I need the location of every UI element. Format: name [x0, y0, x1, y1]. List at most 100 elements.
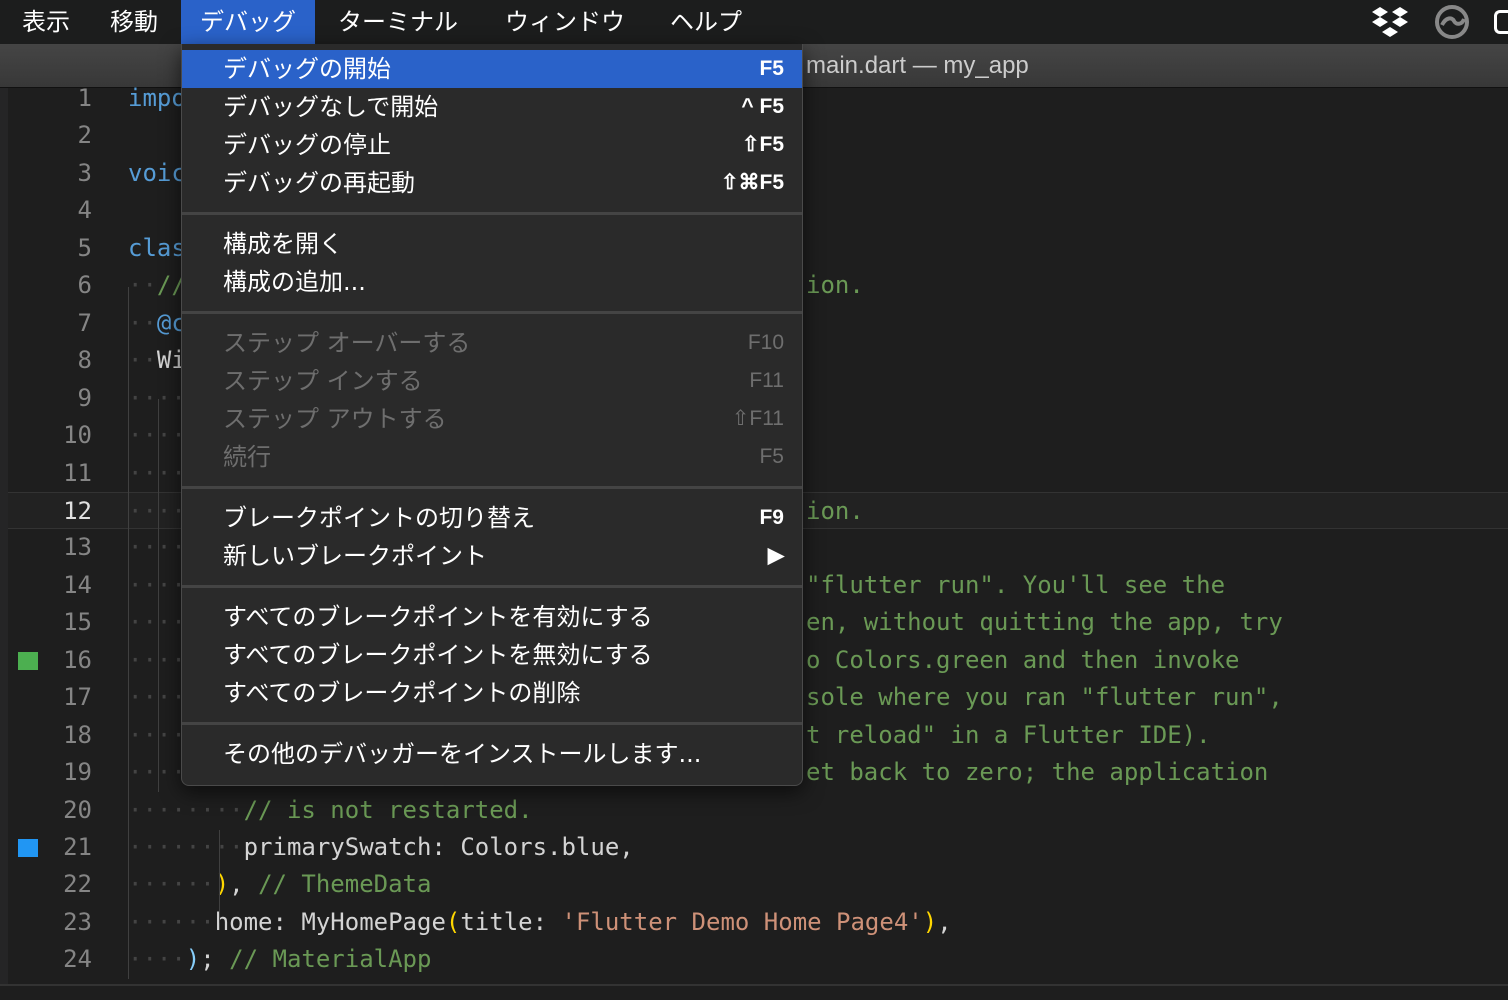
line-number: 13	[63, 533, 92, 562]
code-text: ········// is not restarted.	[128, 792, 533, 830]
code-text: impo	[128, 80, 186, 118]
code-text: ····	[128, 754, 186, 792]
indent-guide	[158, 398, 159, 793]
menubar-item[interactable]: ターミナル	[319, 0, 477, 44]
menu-item[interactable]: ブレークポイントの切り替え F9	[182, 499, 802, 537]
menubar-item[interactable]: ヘルプ	[651, 0, 761, 44]
code-token: title:	[460, 907, 562, 936]
menu-item[interactable]: デバッグの開始 F5	[182, 50, 802, 88]
code-token: "flutter run". You'll see the	[806, 570, 1226, 599]
code-text: ····	[128, 380, 186, 418]
code-text-right: ion.	[806, 493, 864, 531]
menu-item-label: すべてのブレークポイントを無効にする	[223, 641, 653, 669]
indent-dots: ··	[128, 308, 157, 337]
activity-strip	[0, 88, 8, 984]
code-text-right: o Colors.green and then invoke	[806, 642, 1239, 680]
menu-item-shortcut: ⇧F5	[741, 133, 784, 156]
code-text: ····	[128, 417, 186, 455]
indent-guide	[219, 829, 220, 924]
battery-icon[interactable]	[1494, 10, 1508, 34]
menu-item-label: デバッグの開始	[223, 55, 391, 83]
code-text: clas	[128, 230, 186, 268]
code-line[interactable]: 20 ········// is not restarted.	[0, 792, 1508, 830]
code-text: ········primarySwatch: Colors.blue,	[128, 829, 634, 867]
menu-item-label: すべてのブレークポイントの削除	[223, 679, 581, 707]
indent-dots: ····	[128, 458, 186, 487]
dropbox-icon[interactable]	[1370, 5, 1410, 39]
menu-separator	[182, 585, 802, 588]
indent-dots: ······	[128, 870, 215, 899]
indent-dots: ········	[128, 833, 244, 861]
line-number: 7	[77, 308, 92, 337]
menu-item[interactable]: デバッグなしで開始 ^ F5	[182, 88, 802, 126]
code-text: ····	[128, 567, 186, 605]
menu-item[interactable]: ステップ インする F11	[182, 362, 802, 400]
line-number: 1	[77, 84, 92, 112]
menu-item[interactable]: デバッグの停止 ⇧F5	[182, 126, 802, 164]
line-number: 2	[77, 121, 92, 150]
code-text: ····); // MaterialApp	[128, 941, 431, 979]
menu-bar: 表示 移動 デバッグ ターミナル ウィンドウ ヘルプ	[0, 0, 1508, 44]
code-token: ion.	[806, 496, 864, 525]
code-token: )	[214, 870, 230, 899]
menu-item[interactable]: その他のデバッガーをインストールします...	[182, 735, 802, 773]
creative-cloud-icon[interactable]	[1432, 5, 1472, 39]
line-number: 6	[77, 271, 92, 300]
menu-item-label: ステップ インする	[223, 367, 423, 395]
status-tray	[1370, 0, 1508, 44]
indent-dots: ······	[128, 907, 215, 936]
menu-item-shortcut: F11	[749, 369, 784, 392]
code-text: ····	[128, 604, 186, 642]
code-token: // is not restarted.	[243, 795, 533, 824]
menu-item[interactable]: デバッグの再起動 ⇧⌘F5	[182, 164, 802, 202]
menu-item-label: デバッグなしで開始	[223, 93, 439, 121]
menu-item-label: 構成の追加...	[223, 268, 366, 296]
line-number: 17	[63, 683, 92, 712]
code-token: home: MyHomePage	[214, 907, 446, 936]
code-token: sole where you ran "flutter run",	[806, 683, 1283, 712]
menu-item-label: 構成を開く	[223, 230, 343, 258]
code-text-right: en, without quitting the app, try	[806, 604, 1283, 642]
menu-item-shortcut: ⇧F11	[731, 407, 784, 430]
menubar-item[interactable]: 表示	[3, 0, 89, 44]
menu-item-shortcut: F9	[759, 506, 784, 529]
menu-item[interactable]: すべてのブレークポイントの削除	[182, 674, 802, 712]
code-token: ,	[937, 907, 952, 936]
menu-item[interactable]: 構成を開く	[182, 225, 802, 263]
line-number: 20	[63, 795, 92, 824]
menu-item-label: 続行	[223, 443, 271, 471]
code-line[interactable]: 21 ········primarySwatch: Colors.blue,	[0, 829, 1508, 867]
line-number: 9	[77, 383, 92, 412]
menu-item[interactable]: 新しいブレークポイント ▶	[182, 537, 802, 575]
menu-item[interactable]: ステップ アウトする ⇧F11	[182, 400, 802, 438]
code-text: voic	[128, 155, 186, 193]
code-token: clas	[128, 233, 186, 262]
menubar-item[interactable]: 移動	[91, 0, 177, 44]
code-line[interactable]: 23 ······home: MyHomePage(title: 'Flutter…	[0, 904, 1508, 942]
menu-item[interactable]: 続行 F5	[182, 438, 802, 476]
code-token: // ThemeData	[258, 870, 432, 899]
menu-item[interactable]: 構成の追加...	[182, 263, 802, 301]
menu-item[interactable]: ステップ オーバーする F10	[182, 324, 802, 362]
menu-separator	[182, 311, 802, 314]
menubar-item[interactable]: ウィンドウ	[486, 0, 644, 44]
submenu-arrow-icon: ▶	[767, 544, 784, 567]
menu-separator	[182, 722, 802, 725]
indent-dots: ····	[128, 645, 186, 674]
code-text: ····	[128, 455, 186, 493]
indent-dots: ········	[128, 795, 244, 824]
code-line[interactable]: 24 ····); // MaterialApp	[0, 941, 1508, 979]
indent-dots: ····	[128, 608, 186, 637]
menu-item-shortcut: ^ F5	[741, 95, 784, 118]
line-number: 18	[63, 720, 92, 749]
code-text: ····	[128, 493, 186, 531]
code-line[interactable]: 22 ······), // ThemeData	[0, 866, 1508, 904]
indent-dots: ····	[128, 683, 186, 712]
menu-item-label: デバッグの停止	[223, 131, 391, 159]
menu-item[interactable]: すべてのブレークポイントを無効にする	[182, 636, 802, 674]
menu-item[interactable]: すべてのブレークポイントを有効にする	[182, 598, 802, 636]
code-text: ······), // ThemeData	[128, 866, 431, 904]
line-number: 21	[63, 833, 92, 861]
blue-change-marker	[18, 839, 38, 857]
menubar-item[interactable]: デバッグ	[181, 0, 315, 44]
